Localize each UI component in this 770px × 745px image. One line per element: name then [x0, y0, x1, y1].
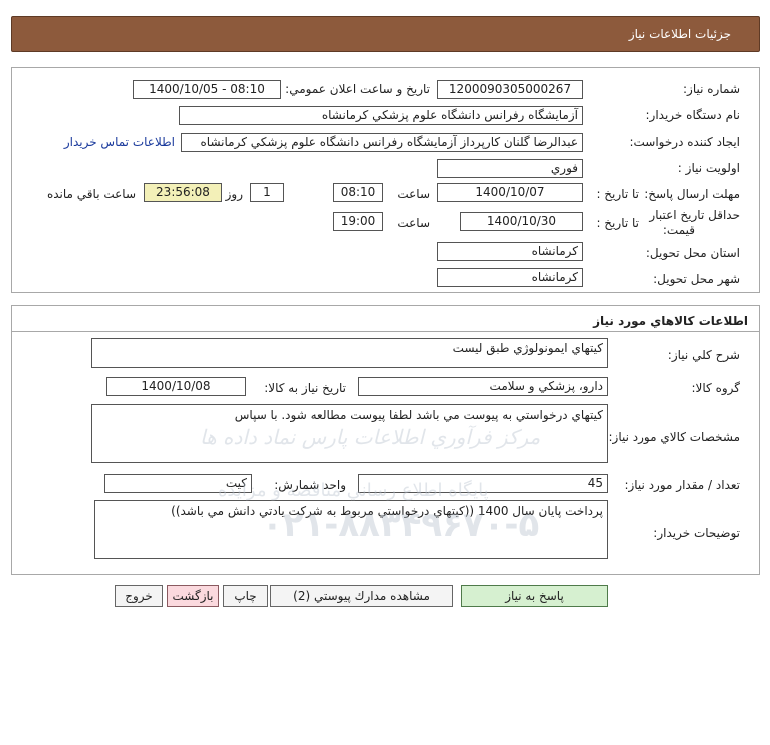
priority-field: فوري [437, 159, 583, 178]
reply-button[interactable]: پاسخ به نياز [461, 585, 608, 607]
validity-to-date-label: تا تاريخ : [596, 216, 639, 230]
need-date-label: تاريخ نياز به كالا: [264, 381, 346, 395]
validity-label-line2: قيمت: [662, 223, 695, 237]
goods-section-title: اطلاعات كالاهاي مورد نياز [593, 314, 748, 328]
attachments-button[interactable]: مشاهده مدارك پيوستي (2) [270, 585, 453, 607]
deadline-time-field: 08:10 [333, 183, 383, 202]
buyer-notes-field: پرداخت پايان سال 1400 ((كيتهاي درخواستي … [94, 500, 608, 559]
page-header: جزئيات اطلاعات نياز [11, 16, 760, 52]
deadline-to-date-label: تا تاريخ : [596, 187, 639, 201]
deadline-date-field: 1400/10/07 [437, 183, 583, 202]
goods-group-label: گروه كالا: [691, 381, 741, 395]
need-date-field: 1400/10/08 [106, 377, 246, 396]
exit-button[interactable]: خروج [115, 585, 163, 607]
need-number-label: شماره نياز: [683, 82, 740, 96]
back-button[interactable]: بازگشت [167, 585, 219, 607]
announce-field: 1400/10/05 - 08:10 [133, 80, 281, 99]
announce-label: تاريخ و ساعت اعلان عمومي: [285, 82, 430, 96]
unit-field: كيت [104, 474, 252, 493]
buyer-org-label: نام دستگاه خريدار: [645, 108, 741, 122]
buyer-notes-label: توضيحات خريدار: [653, 526, 740, 540]
validity-label-line1: حداقل تاريخ اعتبار [649, 208, 740, 222]
remaining-label: ساعت باقي مانده [46, 187, 136, 201]
remaining-time-field: 23:56:08 [144, 183, 222, 202]
validity-date-field: 1400/10/30 [460, 212, 583, 231]
deadline-label: مهلت ارسال پاسخ: [644, 187, 740, 201]
province-field: كرمانشاه [437, 242, 583, 261]
city-label: شهر محل تحويل: [653, 272, 740, 286]
goods-title-divider [12, 331, 759, 332]
requester-label: ايجاد كننده درخواست: [629, 135, 740, 149]
specs-field: كيتهاي درخواستي به پيوست مي باشد لطفا پي… [91, 404, 608, 463]
province-label: استان محل تحويل: [645, 246, 740, 260]
general-desc-field: كيتهاي ايمونولوژي طبق ليست [91, 338, 608, 368]
priority-label: اولويت نياز : [677, 161, 740, 175]
goods-group-field: دارو، پزشكي و سلامت [358, 377, 608, 396]
quantity-label: تعداد / مقدار مورد نياز: [624, 478, 740, 492]
quantity-field: 45 [358, 474, 608, 493]
unit-label: واحد شمارش: [274, 478, 346, 492]
buyer-contact-link[interactable]: اطلاعات تماس خريدار [64, 135, 175, 149]
print-button[interactable]: چاپ [223, 585, 268, 607]
page-title: جزئيات اطلاعات نياز [628, 27, 731, 41]
buyer-org-field: آزمايشگاه رفرانس دانشگاه علوم پزشكي كرما… [179, 106, 583, 125]
need-number-field: 1200090305000267 [437, 80, 583, 99]
requester-field: عبدالرضا گلنان كارپرداز آزمايشگاه رفرانس… [181, 133, 583, 152]
city-field: كرمانشاه [437, 268, 583, 287]
validity-time-label: ساعت [397, 216, 430, 230]
deadline-time-label: ساعت [397, 187, 430, 201]
deadline-days-field: 1 [250, 183, 284, 202]
general-desc-label: شرح كلي نياز: [667, 348, 740, 362]
specs-label: مشخصات كالاي مورد نياز: [608, 430, 740, 444]
validity-time-field: 19:00 [333, 212, 383, 231]
